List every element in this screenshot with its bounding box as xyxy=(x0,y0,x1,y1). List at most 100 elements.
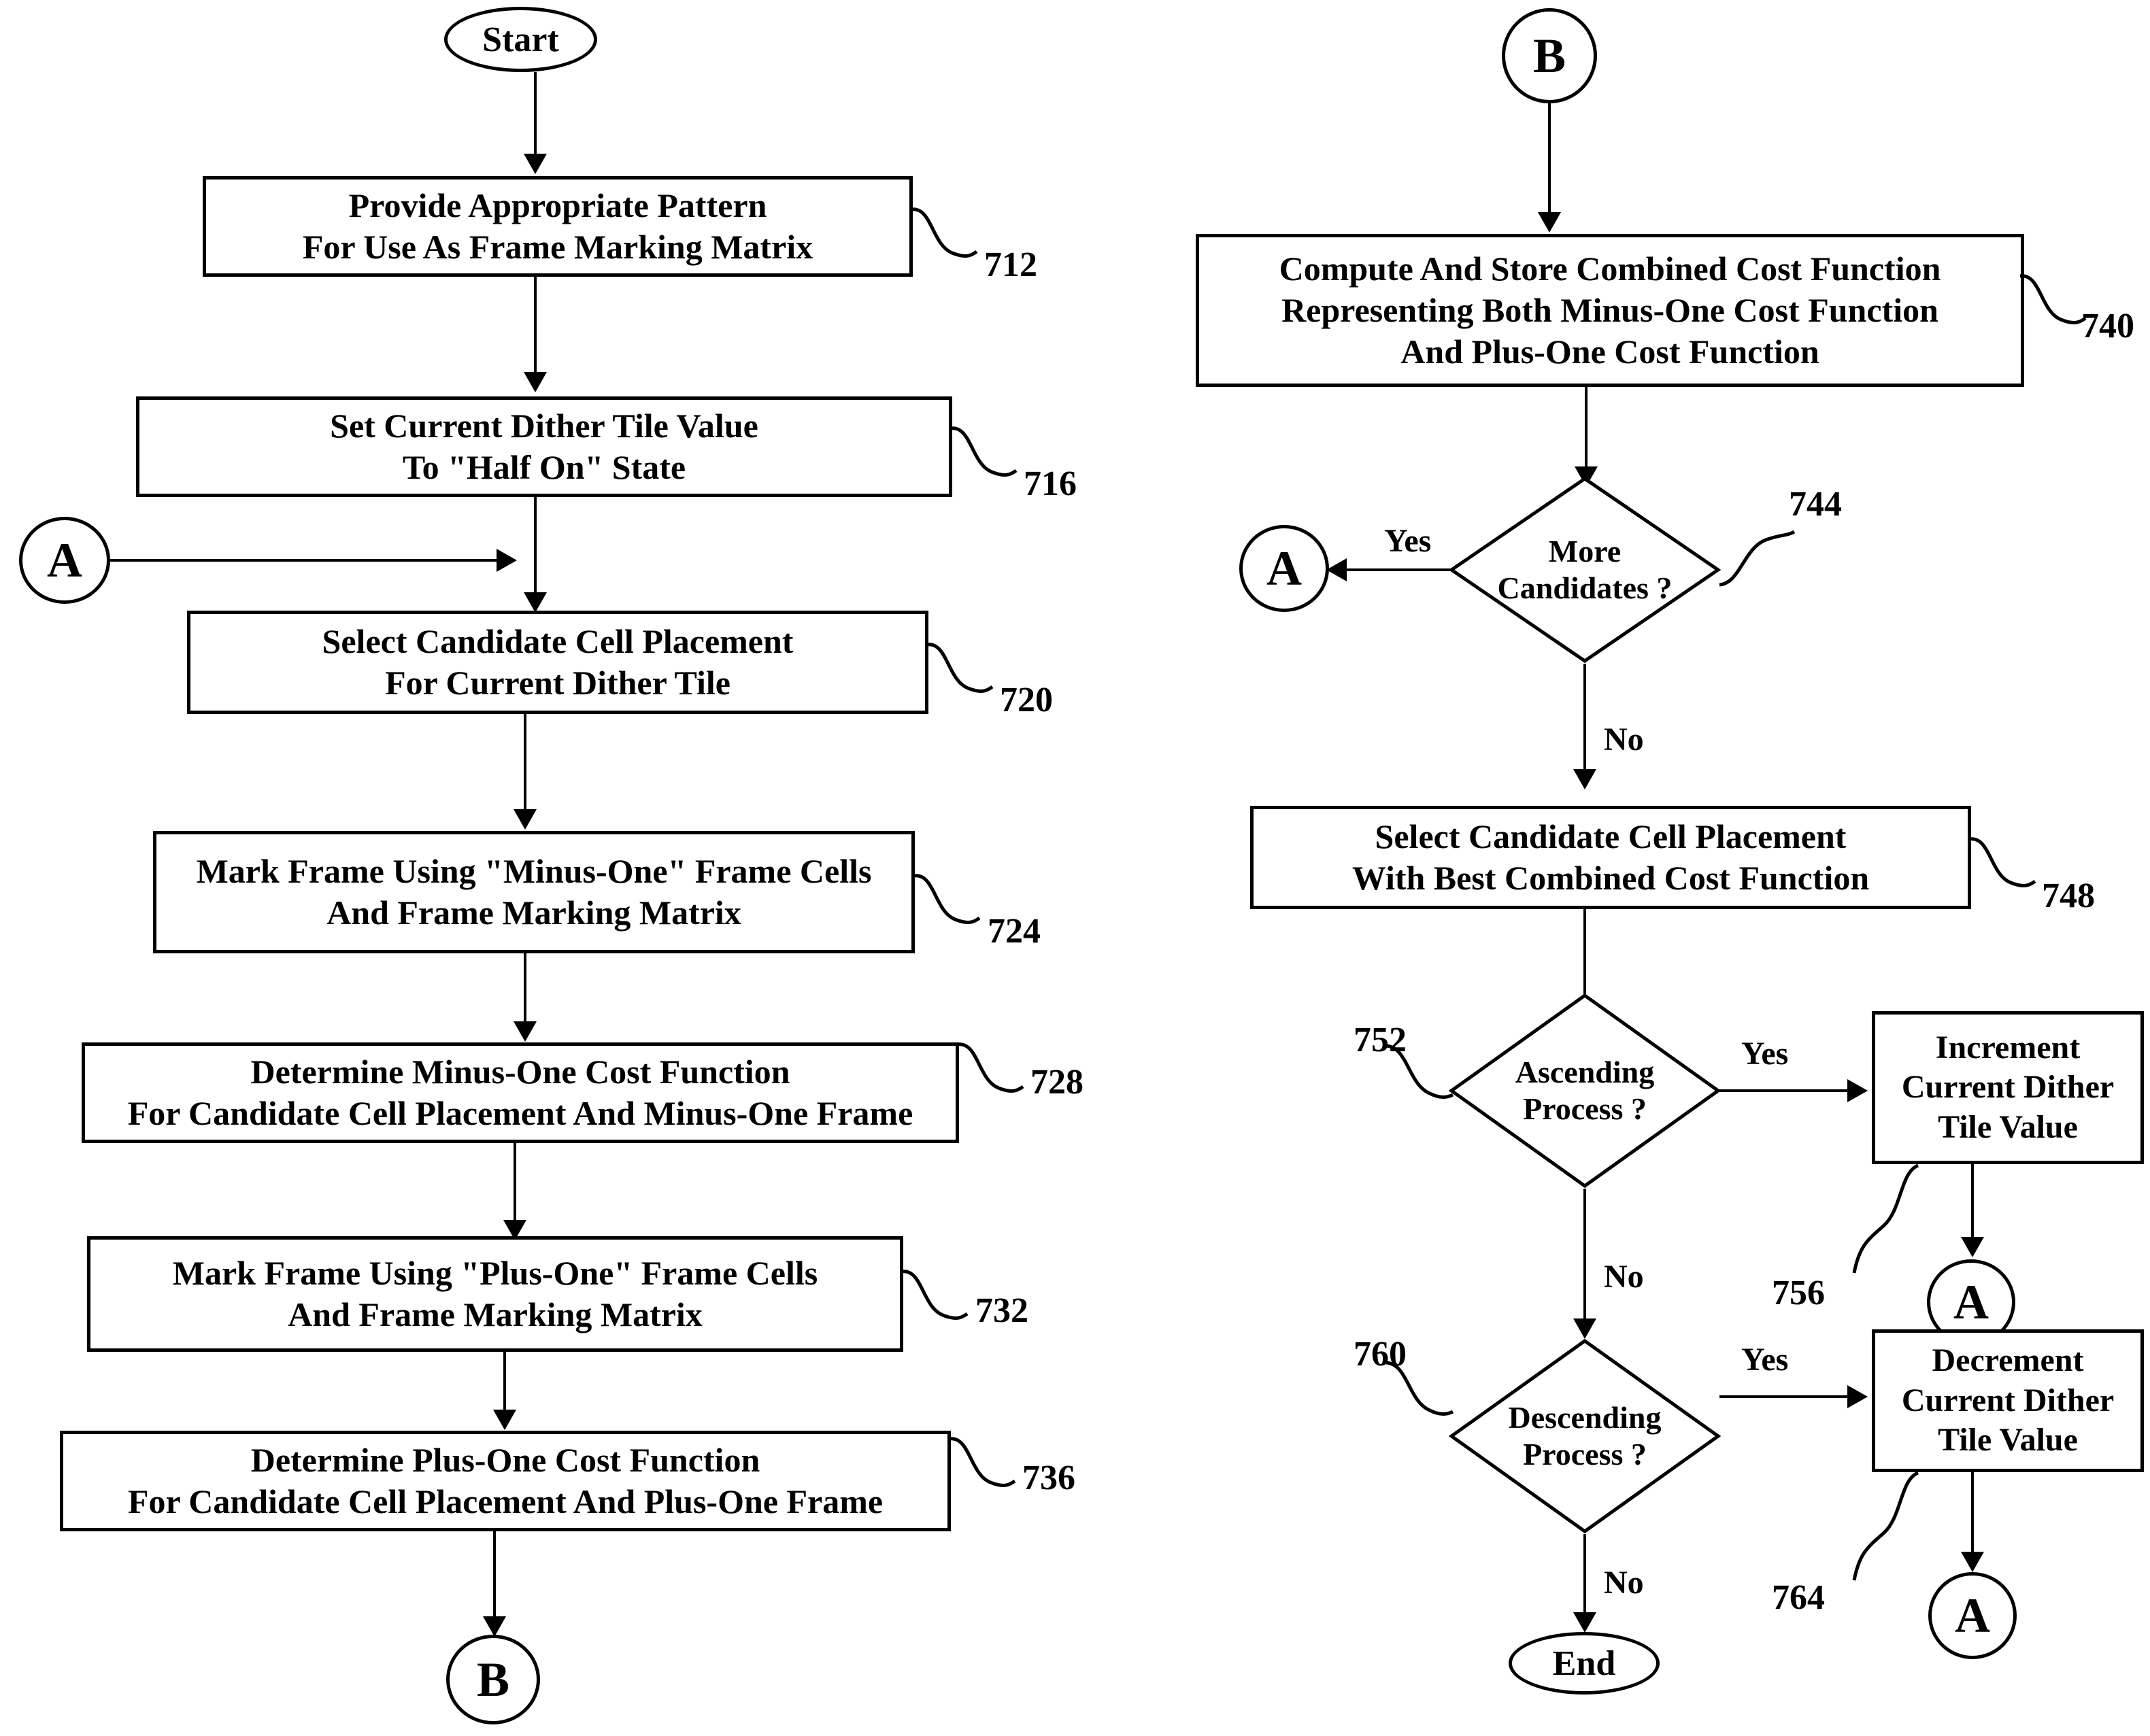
ref-number-752: 752 xyxy=(1354,1021,1407,1059)
decision-752-line-1: Ascending xyxy=(1515,1054,1655,1089)
start-terminal: Start xyxy=(444,7,597,72)
arrowhead-712-to-716 xyxy=(524,372,547,392)
process-box-720-line-1: Select Candidate Cell Placement xyxy=(322,622,794,660)
process-box-720: Select Candidate Cell Placement For Curr… xyxy=(187,611,928,714)
arrowhead-752-no xyxy=(1573,1318,1596,1339)
ref-number-764: 764 xyxy=(1772,1578,1825,1617)
ref-number-748: 748 xyxy=(2042,876,2095,915)
process-box-740-line-3: And Plus-One Cost Function xyxy=(1400,333,1819,371)
ref-number-744: 744 xyxy=(1789,485,1842,524)
process-box-732: Mark Frame Using "Plus-One" Frame Cells … xyxy=(87,1236,903,1352)
process-box-728: Determine Minus-One Cost Function For Ca… xyxy=(82,1042,959,1143)
arrowhead-760-yes xyxy=(1847,1385,1868,1408)
connector-a-from-756-label: A xyxy=(1953,1274,1989,1329)
edge-748-to-752 xyxy=(1583,909,1586,996)
edge-740-to-744 xyxy=(1585,387,1588,470)
connector-b-exit-label: B xyxy=(476,1652,510,1707)
connector-a-entry: A xyxy=(19,517,110,604)
process-box-764-line-2: Current Dither xyxy=(1901,1382,2115,1418)
process-box-724-line-1: Mark Frame Using "Minus-One" Frame Cells xyxy=(196,852,872,890)
ref-number-732: 732 xyxy=(975,1291,1028,1330)
connector-b-entry: B xyxy=(1502,8,1597,103)
ref-number-724: 724 xyxy=(988,912,1041,951)
leader-line-756 xyxy=(1845,1160,1933,1282)
arrowhead-744-no xyxy=(1573,769,1596,789)
arrowhead-a-entry-to-720 xyxy=(497,549,517,572)
decision-760-line-2: Process ? xyxy=(1523,1437,1647,1471)
arrowhead-736-to-b-exit xyxy=(483,1616,506,1637)
arrowhead-764-to-a xyxy=(1961,1552,1984,1572)
ref-number-760: 760 xyxy=(1354,1335,1407,1374)
connector-b-exit: B xyxy=(446,1635,540,1724)
connector-a-from-764-label: A xyxy=(1955,1588,1990,1643)
connector-a-from-764: A xyxy=(1928,1572,2017,1659)
ref-number-756: 756 xyxy=(1772,1274,1825,1312)
decision-744-line-1: More xyxy=(1548,533,1622,568)
edge-label-760-yes: Yes xyxy=(1741,1342,1789,1378)
edge-752-yes xyxy=(1719,1089,1850,1092)
process-box-732-line-2: And Frame Marking Matrix xyxy=(288,1295,703,1333)
connector-b-entry-label: B xyxy=(1532,28,1566,83)
arrowhead-716-to-720 xyxy=(524,592,547,613)
ref-number-736: 736 xyxy=(1022,1459,1075,1497)
process-box-748-line-2: With Best Combined Cost Function xyxy=(1351,859,1870,897)
process-box-724: Mark Frame Using "Minus-One" Frame Cells… xyxy=(153,831,915,953)
edge-736-to-b-exit xyxy=(493,1531,496,1620)
edge-744-yes-to-a xyxy=(1345,568,1451,571)
edge-712-to-716 xyxy=(534,277,537,375)
process-box-756-line-2: Current Dither xyxy=(1901,1069,2115,1106)
edge-724-to-728 xyxy=(524,953,526,1025)
process-box-748: Select Candidate Cell Placement With Bes… xyxy=(1250,806,1971,909)
end-terminal-label: End xyxy=(1552,1644,1616,1683)
decision-744-line-2: Candidates ? xyxy=(1497,571,1673,605)
edge-label-744-no: No xyxy=(1604,721,1644,758)
connector-a-entry-label: A xyxy=(47,532,82,588)
process-box-728-line-2: For Candidate Cell Placement And Minus-O… xyxy=(127,1094,913,1132)
edge-760-yes xyxy=(1719,1395,1850,1398)
arrowhead-752-yes xyxy=(1847,1079,1868,1102)
arrowhead-744-yes-to-a xyxy=(1326,558,1347,581)
edge-732-to-736 xyxy=(503,1352,506,1413)
decision-760-line-1: Descending xyxy=(1508,1399,1662,1435)
process-box-740: Compute And Store Combined Cost Function… xyxy=(1196,234,2024,387)
process-box-716: Set Current Dither Tile Value To "Half O… xyxy=(136,396,952,497)
process-box-716-line-2: To "Half On" State xyxy=(402,448,686,486)
process-box-728-line-1: Determine Minus-One Cost Function xyxy=(250,1053,790,1091)
connector-a-from-744: A xyxy=(1239,525,1329,612)
decision-diamond-744: More Candidates ? xyxy=(1449,476,1721,664)
arrowhead-756-to-a xyxy=(1961,1237,1984,1257)
edge-b-entry-to-740 xyxy=(1548,103,1551,216)
arrowhead-732-to-736 xyxy=(493,1410,516,1430)
process-box-736-line-1: Determine Plus-One Cost Function xyxy=(250,1441,760,1479)
arrowhead-720-to-724 xyxy=(514,809,537,830)
process-box-756-line-3: Tile Value xyxy=(1938,1108,2078,1145)
ref-number-740: 740 xyxy=(2081,307,2134,345)
process-box-764-line-3: Tile Value xyxy=(1938,1422,2078,1459)
process-box-716-line-1: Set Current Dither Tile Value xyxy=(330,407,758,445)
process-box-712-line-2: For Use As Frame Marking Matrix xyxy=(302,228,813,266)
arrowhead-760-no-to-end xyxy=(1573,1612,1596,1633)
edge-label-744-yes: Yes xyxy=(1384,523,1432,559)
process-box-740-line-2: Representing Both Minus-One Cost Functio… xyxy=(1281,291,1938,329)
edge-a-entry-to-720 xyxy=(110,559,498,562)
process-box-732-line-1: Mark Frame Using "Plus-One" Frame Cells xyxy=(172,1254,818,1292)
process-box-736: Determine Plus-One Cost Function For Can… xyxy=(60,1431,951,1531)
process-box-724-line-2: And Frame Marking Matrix xyxy=(326,893,741,932)
edge-label-752-no: No xyxy=(1604,1259,1644,1295)
edge-752-no xyxy=(1583,1189,1586,1322)
ref-number-728: 728 xyxy=(1030,1063,1084,1102)
process-box-756: Increment Current Dither Tile Value xyxy=(1872,1011,2144,1164)
process-box-720-line-2: For Current Dither Tile xyxy=(385,664,730,702)
edge-720-to-724 xyxy=(524,714,526,813)
decision-752-line-2: Process ? xyxy=(1523,1091,1647,1126)
edge-716-to-720 xyxy=(534,497,537,596)
leader-line-724 xyxy=(911,870,1000,945)
process-box-712: Provide Appropriate Pattern For Use As F… xyxy=(203,176,913,277)
start-terminal-label: Start xyxy=(482,20,559,59)
decision-diamond-752: Ascending Process ? xyxy=(1449,993,1721,1189)
edge-744-no xyxy=(1583,664,1586,772)
leader-line-732 xyxy=(899,1266,988,1341)
decision-diamond-760: Descending Process ? xyxy=(1449,1338,1721,1534)
process-box-764-line-1: Decrement xyxy=(1932,1342,2084,1379)
edge-756-to-a xyxy=(1971,1164,1974,1240)
